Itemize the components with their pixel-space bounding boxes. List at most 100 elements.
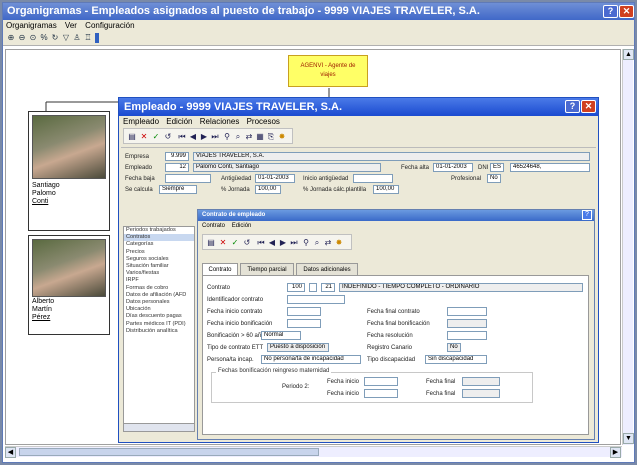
persona-incap-select[interactable]: No persona/ta de incapacidad	[261, 355, 361, 364]
identificador-field[interactable]	[287, 295, 345, 304]
empleado-code-field[interactable]: 12	[165, 163, 189, 172]
scroll-up-icon[interactable]: ▲	[623, 49, 634, 60]
first-icon[interactable]: ⏮	[177, 131, 187, 142]
nav-item[interactable]: Seguros sociales	[124, 256, 194, 263]
refresh-icon[interactable]: ↻	[50, 33, 60, 43]
scroll-right-icon[interactable]: ▶	[610, 447, 621, 458]
nav-hscrollbar[interactable]	[124, 423, 194, 431]
nav-item[interactable]: Datos personales	[124, 299, 194, 306]
accept-icon[interactable]: ✓	[151, 131, 161, 142]
first-icon[interactable]: ⏮	[256, 237, 266, 248]
menu-organigramas[interactable]: Organigramas	[6, 21, 57, 30]
fecha-resolucion-field[interactable]	[447, 331, 487, 340]
menu-relaciones[interactable]: Relaciones	[200, 117, 240, 126]
nav-item[interactable]: Datos de afiliación (AFD	[124, 292, 194, 299]
periodo-fecha-inicio-field[interactable]	[364, 377, 398, 386]
employee-card-alberto[interactable]: Alberto Martín Pérez	[28, 235, 110, 335]
menu-ver[interactable]: Ver	[65, 21, 77, 30]
scroll-down-icon[interactable]: ▼	[623, 433, 634, 444]
nav-item[interactable]: Partes médicos IT (PDI)	[124, 321, 194, 328]
prev-icon[interactable]: ◀	[267, 237, 277, 248]
pct-jornada-plantilla-field[interactable]: 100,00	[373, 185, 399, 194]
zoom-in-icon[interactable]: ⊕	[6, 33, 16, 43]
find-all-icon[interactable]: ⌕	[312, 237, 322, 248]
contrato-num-field[interactable]: 21	[321, 283, 335, 292]
menu-contrato-edicion[interactable]: Edición	[232, 223, 252, 229]
bonif-60-select[interactable]: Normal	[261, 331, 301, 340]
employee-help-button[interactable]: ?	[565, 100, 580, 113]
employee-card-santiago[interactable]: Santiago Palomo Conti	[28, 111, 110, 231]
link-icon[interactable]: ⇄	[244, 131, 254, 142]
nav-item[interactable]: Categorías	[124, 241, 194, 248]
delete-icon[interactable]: ✕	[139, 131, 149, 142]
undo-icon[interactable]: ↺	[163, 131, 173, 142]
nav-item[interactable]: Días descuento pagas	[124, 313, 194, 320]
menu-empleado[interactable]: Empleado	[123, 117, 159, 126]
empresa-code-field[interactable]: 9.999	[165, 152, 189, 161]
menu-configuracion[interactable]: Configuración	[85, 21, 134, 30]
nav-item[interactable]: Periodos trabajados	[124, 227, 194, 234]
fecha-final-contrato-field[interactable]	[447, 307, 487, 316]
pct-jornada-field[interactable]: 100,00	[255, 185, 281, 194]
star-icon[interactable]: ✸	[334, 237, 344, 248]
delete-icon[interactable]: ✕	[218, 237, 228, 248]
antiguedad-field[interactable]: 01-01-2003	[255, 174, 295, 183]
menu-procesos[interactable]: Procesos	[247, 117, 280, 126]
outer-help-button[interactable]: ?	[603, 5, 618, 18]
contrato-lookup-button[interactable]	[309, 283, 317, 292]
fecha-alta-field[interactable]: 01-01-2003	[433, 163, 473, 172]
attach-icon[interactable]: ⎘	[266, 131, 276, 142]
registro-canario-select[interactable]: No	[447, 343, 461, 352]
org-node-agenvi[interactable]: AGENVI - Agente de viajes	[288, 55, 368, 87]
zoom-out-icon[interactable]: ⊖	[17, 33, 27, 43]
search-icon[interactable]: ⚲	[222, 131, 232, 142]
vertical-scrollbar[interactable]: ▲ ▼	[622, 49, 634, 445]
new-icon[interactable]: ▤	[206, 237, 216, 248]
nav-item[interactable]: Situación familiar	[124, 263, 194, 270]
menu-contrato[interactable]: Contrato	[202, 223, 225, 229]
dni-field[interactable]: 46524648,	[510, 163, 590, 172]
users-icon[interactable]: ♙	[72, 33, 82, 43]
scroll-thumb[interactable]	[19, 448, 319, 456]
menu-edicion[interactable]: Edición	[166, 117, 192, 126]
horizontal-scrollbar[interactable]: ◀ ▶	[5, 446, 622, 458]
contrato-help-button[interactable]: ?	[582, 210, 592, 220]
accept-icon[interactable]: ✓	[230, 237, 240, 248]
inicio-antiguedad-field[interactable]	[353, 174, 393, 183]
fecha-inicio-bonif-field[interactable]	[287, 319, 321, 328]
periodo-fecha-inicio-field-2[interactable]	[364, 389, 398, 398]
nav-item[interactable]: Ubicación	[124, 306, 194, 313]
tipo-discapacidad-select[interactable]: Sin discapacidad	[425, 355, 487, 364]
nav-item[interactable]: Varios/fiestas	[124, 270, 194, 277]
find-all-icon[interactable]: ⌕	[233, 131, 243, 142]
grid-icon[interactable]: ▦	[255, 131, 265, 142]
nav-item[interactable]: Precios	[124, 249, 194, 256]
zoom-percent-icon[interactable]: %	[39, 33, 49, 43]
dni-type-field[interactable]: ES	[490, 163, 504, 172]
nav-item[interactable]: Distribución analítica	[124, 328, 194, 335]
prev-icon[interactable]: ◀	[188, 131, 198, 142]
link-icon[interactable]: ⇄	[323, 237, 333, 248]
outer-close-button[interactable]: ✕	[619, 5, 634, 18]
fecha-inicio-contrato-field[interactable]	[287, 307, 321, 316]
contrato-code-field[interactable]: 100	[287, 283, 305, 292]
nav-item[interactable]: Formas de cobro	[124, 285, 194, 292]
employee-close-button[interactable]: ✕	[581, 100, 596, 113]
nav-item-selected[interactable]: Contratos	[124, 234, 194, 242]
last-icon[interactable]: ⏭	[210, 131, 220, 142]
new-icon[interactable]: ▤	[127, 131, 137, 142]
search-icon[interactable]: ⚲	[301, 237, 311, 248]
next-icon[interactable]: ▶	[278, 237, 288, 248]
filter-icon[interactable]: ▽	[61, 33, 71, 43]
next-icon[interactable]: ▶	[199, 131, 209, 142]
star-icon[interactable]: ✸	[277, 131, 287, 142]
profesional-field[interactable]: No	[487, 174, 501, 183]
tipo-ett-select[interactable]: Puesto a disposición	[267, 343, 329, 352]
fecha-baja-field[interactable]	[165, 174, 211, 183]
nav-item[interactable]: IRPF	[124, 277, 194, 284]
last-icon[interactable]: ⏭	[289, 237, 299, 248]
se-calcula-field[interactable]: Siempre	[159, 185, 197, 194]
zoom-fit-icon[interactable]: ⊙	[28, 33, 38, 43]
tree-icon[interactable]: ♖	[83, 33, 93, 43]
scroll-left-icon[interactable]: ◀	[5, 447, 16, 458]
